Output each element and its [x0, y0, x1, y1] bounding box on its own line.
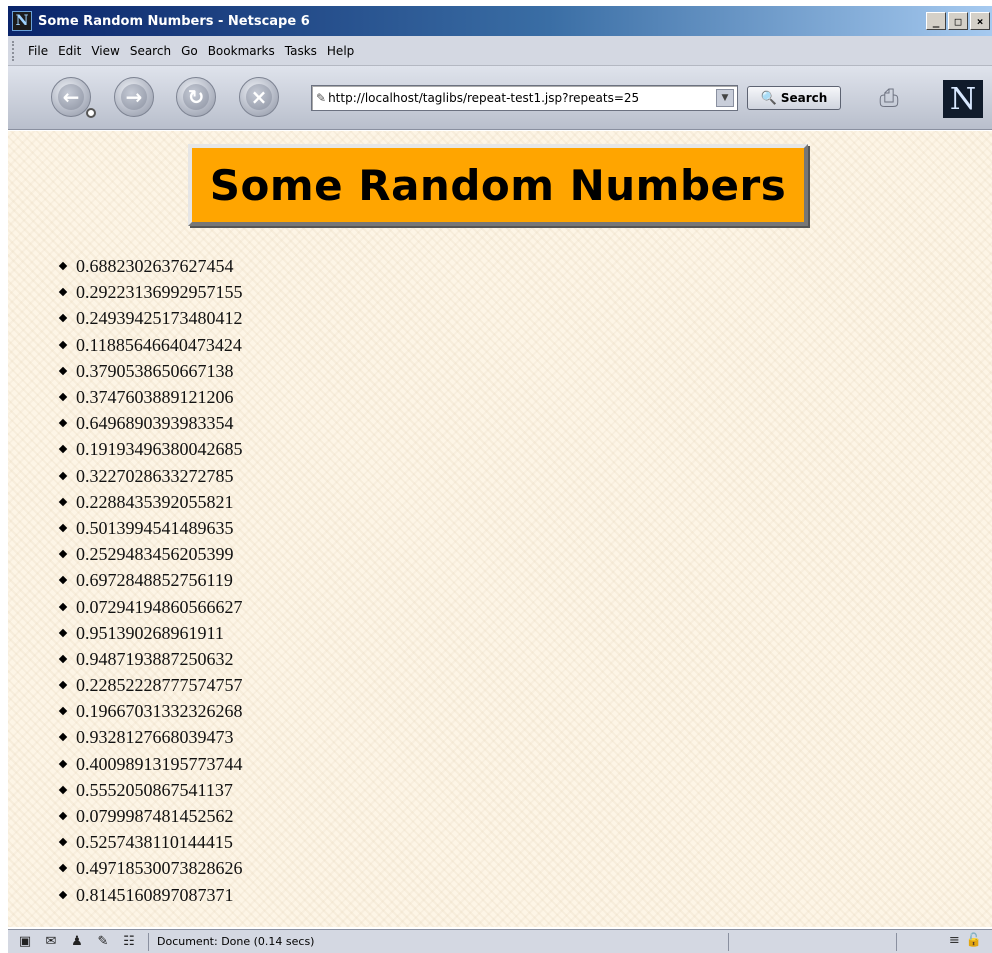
list-item: 0.9328127668039473 — [60, 724, 243, 750]
menu-bar: File Edit View Search Go Bookmarks Tasks… — [8, 36, 992, 66]
title-bar: N Some Random Numbers - Netscape 6 _ □ × — [8, 6, 992, 36]
window-controls: _ □ × — [926, 12, 990, 30]
list-item: 0.6972848852756119 — [60, 567, 243, 593]
list-item: 0.19193496380042685 — [60, 436, 243, 462]
menu-file[interactable]: File — [28, 44, 48, 58]
list-item: 0.5257438110144415 — [60, 829, 243, 855]
back-icon: ← — [58, 84, 84, 110]
forward-icon: → — [121, 84, 147, 110]
list-item: 0.5552050867541137 — [60, 777, 243, 803]
online-status-icon[interactable]: ≡ — [949, 933, 960, 948]
search-button-label: Search — [780, 91, 828, 105]
minimize-button[interactable]: _ — [926, 12, 946, 30]
page-content: Some Random Numbers 0.6882302637627454 0.… — [8, 131, 992, 927]
url-text[interactable]: http://localhost/taglibs/repeat-test1.js… — [328, 91, 716, 105]
page-heading: Some Random Numbers — [209, 160, 787, 210]
mail-icon[interactable]: ✉ — [42, 934, 60, 950]
status-text: Document: Done (0.14 secs) — [157, 935, 315, 948]
url-dropdown-icon[interactable]: ▼ — [716, 89, 734, 107]
list-item: 0.3747603889121206 — [60, 384, 243, 410]
list-item: 0.49718530073828626 — [60, 855, 243, 881]
netscape-app-icon: N — [12, 11, 32, 31]
print-icon[interactable]: ⎙ — [869, 81, 909, 115]
list-item: 0.9487193887250632 — [60, 646, 243, 672]
maximize-button[interactable]: □ — [948, 12, 968, 30]
status-divider — [148, 932, 149, 951]
list-item: 0.2529483456205399 — [60, 541, 243, 567]
list-item: 0.3790538650667138 — [60, 358, 243, 384]
search-button[interactable]: 🔍 Search — [747, 86, 841, 110]
list-item: 0.6496890393983354 — [60, 410, 243, 436]
list-item: 0.24939425173480412 — [60, 305, 243, 331]
list-item: 0.07294194860566627 — [60, 593, 243, 619]
status-bar: ▣ ✉ ♟ ✎ ☷ Document: Done (0.14 secs) ≡ 🔓 — [8, 929, 992, 953]
menu-bookmarks[interactable]: Bookmarks — [208, 44, 275, 58]
menu-view[interactable]: View — [91, 44, 119, 58]
menu-tasks[interactable]: Tasks — [285, 44, 317, 58]
forward-button[interactable]: → — [114, 77, 154, 117]
list-item: 0.29223136992957155 — [60, 279, 243, 305]
back-button[interactable]: ← — [51, 77, 96, 118]
list-item: 0.19667031332326268 — [60, 698, 243, 724]
address-book-icon[interactable]: ☷ — [120, 934, 138, 950]
netscape-logo[interactable]: N — [943, 80, 983, 118]
reload-button[interactable]: ↻ — [176, 77, 216, 117]
heading-banner: Some Random Numbers — [188, 144, 808, 226]
menu-edit[interactable]: Edit — [58, 44, 81, 58]
magnifier-icon: 🔍 — [760, 90, 777, 106]
menu-grip[interactable] — [12, 40, 18, 61]
menu-go[interactable]: Go — [181, 44, 198, 58]
navigator-icon[interactable]: ▣ — [16, 934, 34, 950]
stop-button[interactable]: × — [239, 77, 279, 117]
list-item: 0.8145160897087371 — [60, 882, 243, 908]
list-item: 0.5013994541489635 — [60, 515, 243, 541]
back-history-dropdown-icon[interactable] — [86, 108, 96, 118]
status-divider — [728, 932, 729, 951]
reload-icon: ↻ — [183, 84, 209, 110]
list-item: 0.3227028633272785 — [60, 463, 243, 489]
page-proxy-icon[interactable]: ✎ — [316, 91, 326, 105]
list-item: 0.0799987481452562 — [60, 803, 243, 829]
composer-icon[interactable]: ✎ — [94, 934, 112, 950]
close-button[interactable]: × — [970, 12, 990, 30]
navigation-toolbar: ← → ↻ × ✎ http://localhost/taglibs/repea… — [8, 66, 992, 130]
url-field[interactable]: ✎ http://localhost/taglibs/repeat-test1.… — [311, 85, 738, 111]
list-item: 0.22852228777574757 — [60, 672, 243, 698]
list-item: 0.2288435392055821 — [60, 489, 243, 515]
random-numbers-list: 0.6882302637627454 0.29223136992957155 0.2… — [60, 253, 243, 908]
status-right-icons: ≡ 🔓 — [949, 933, 982, 948]
security-lock-icon[interactable]: 🔓 — [966, 933, 982, 948]
status-divider — [896, 932, 897, 951]
stop-icon: × — [246, 84, 272, 110]
menu-help[interactable]: Help — [327, 44, 354, 58]
list-item: 0.951390268961911 — [60, 620, 243, 646]
list-item: 0.11885646640473424 — [60, 332, 243, 358]
list-item: 0.6882302637627454 — [60, 253, 243, 279]
instant-messenger-icon[interactable]: ♟ — [68, 934, 86, 950]
window-title: Some Random Numbers - Netscape 6 — [38, 13, 310, 29]
list-item: 0.40098913195773744 — [60, 751, 243, 777]
menu-search[interactable]: Search — [130, 44, 171, 58]
